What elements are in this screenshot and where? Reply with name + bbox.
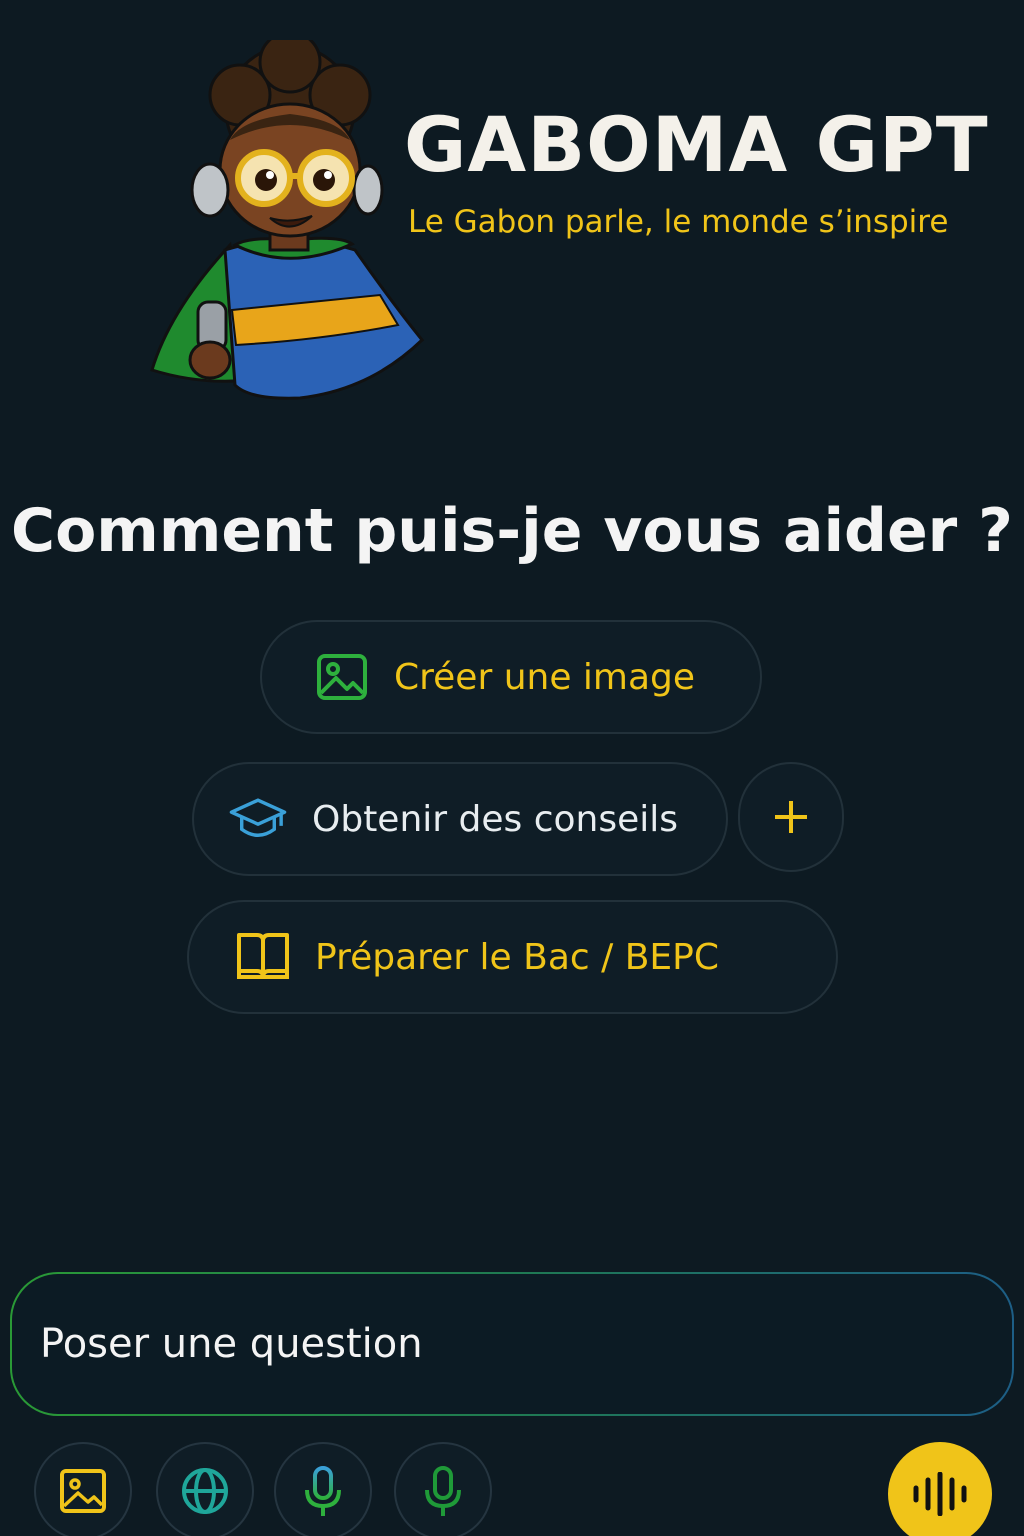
more-suggestions-button[interactable]	[738, 762, 844, 872]
tagline: Le Gabon parle, le monde s’inspire	[408, 204, 949, 240]
get-advice-label: Obtenir des conseils	[312, 798, 679, 840]
mascot-illustration	[150, 40, 425, 400]
voice-input-button[interactable]	[394, 1442, 492, 1536]
microphone-icon	[425, 1466, 461, 1516]
attach-image-button[interactable]	[34, 1442, 132, 1536]
prompt-heading: Comment puis-je vous aider ?	[11, 496, 1013, 566]
create-image-button[interactable]: Créer une image	[260, 620, 762, 734]
dictation-button[interactable]	[274, 1442, 372, 1536]
graduation-cap-icon	[228, 789, 288, 849]
app-title: GABOMA GPT	[404, 100, 989, 189]
web-search-button[interactable]	[156, 1442, 254, 1536]
plus-icon	[775, 801, 807, 833]
question-input-inner	[12, 1274, 1012, 1414]
app-screen: GABOMA GPT Le Gabon parle, le monde s’in…	[0, 0, 1024, 1536]
create-image-label: Créer une image	[394, 656, 696, 698]
prepare-exam-label: Préparer le Bac / BEPC	[315, 936, 719, 978]
get-advice-button[interactable]: Obtenir des conseils	[192, 762, 728, 876]
globe-icon	[182, 1468, 228, 1514]
microphone-icon	[305, 1466, 341, 1516]
voice-mode-button[interactable]	[888, 1442, 992, 1536]
question-input[interactable]	[40, 1321, 980, 1367]
voice-waveform-icon	[913, 1472, 967, 1516]
image-icon	[60, 1469, 106, 1513]
prepare-exam-button[interactable]: Préparer le Bac / BEPC	[187, 900, 838, 1014]
question-input-container	[10, 1272, 1014, 1416]
book-icon	[233, 927, 293, 987]
image-icon	[312, 647, 372, 707]
